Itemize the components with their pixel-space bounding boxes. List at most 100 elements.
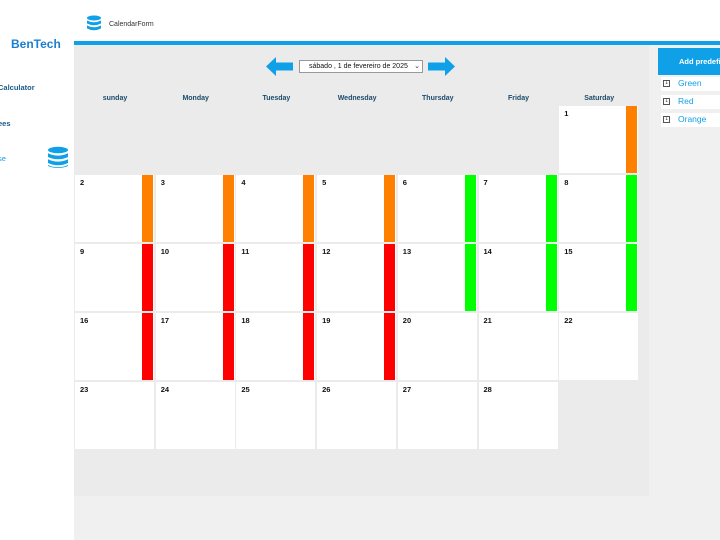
predefined-item-orange[interactable]: ↓ Orange xyxy=(661,113,720,127)
predefined-item-red[interactable]: ↓ Red xyxy=(661,95,720,109)
day-number: 18 xyxy=(241,316,250,325)
calendar-day-cell[interactable]: 13 xyxy=(397,244,477,311)
calendar-day-cell[interactable]: 22 xyxy=(559,313,639,380)
calendar-day-cell[interactable]: 17 xyxy=(155,313,235,380)
day-number: 2 xyxy=(80,178,85,187)
chevron-down-icon[interactable]: ⌄ xyxy=(414,61,420,72)
color-tag-red xyxy=(142,313,153,380)
day-number: 19 xyxy=(322,316,331,325)
color-tag-red xyxy=(384,313,396,380)
weekday-header: sunday xyxy=(102,95,128,102)
expand-icon[interactable]: ↓ xyxy=(663,116,670,123)
day-number: 26 xyxy=(322,385,331,394)
day-number: 17 xyxy=(160,316,170,325)
day-number: 12 xyxy=(322,247,331,256)
brand-title: BenTech xyxy=(11,37,61,51)
calendar-day-cell[interactable]: 4 xyxy=(236,175,316,242)
color-tag-green xyxy=(545,175,557,242)
calendar-day-cell[interactable]: 12 xyxy=(317,244,397,311)
weekday-header: Thursday xyxy=(422,95,454,102)
predefined-item-green[interactable]: ↓ Green xyxy=(661,77,720,91)
color-tag-orange xyxy=(626,106,638,173)
window-header: CalendarForm xyxy=(74,0,720,41)
day-number: 23 xyxy=(80,385,89,394)
day-number: 10 xyxy=(160,247,170,256)
date-picker-value: sábado , 1 de fevereiro de 2025 xyxy=(309,63,408,70)
color-tag-red xyxy=(222,244,234,311)
calendar-day-cell[interactable]: 20 xyxy=(397,313,477,380)
database-icon xyxy=(87,15,101,31)
predefined-item-label: Orange xyxy=(678,114,707,124)
calendar-day-cell[interactable]: 7 xyxy=(478,175,558,242)
calendar-day-cell[interactable]: 21 xyxy=(478,313,558,380)
next-month-arrow-icon[interactable] xyxy=(428,57,455,76)
day-number: 20 xyxy=(402,316,412,325)
day-number: 4 xyxy=(241,178,246,187)
sidebar-item-calculator[interactable]: Calculator xyxy=(0,83,35,92)
previous-month-arrow-icon[interactable] xyxy=(266,57,293,76)
day-number: 28 xyxy=(483,385,492,394)
calendar-day-cell[interactable]: 2 xyxy=(75,175,154,242)
calendar-day-cell[interactable]: 8 xyxy=(559,175,639,242)
database-icon[interactable] xyxy=(46,146,70,170)
date-picker[interactable]: sábado , 1 de fevereiro de 2025 ⌄ xyxy=(299,60,423,73)
weekday-header: Tuesday xyxy=(262,95,291,102)
sidebar-item-fees[interactable]: ees xyxy=(0,119,11,128)
calendar-day-cell[interactable]: 10 xyxy=(155,244,235,311)
expand-icon[interactable]: ↓ xyxy=(663,80,670,87)
calendar-day-cell[interactable]: 3 xyxy=(155,175,235,242)
color-tag-red xyxy=(142,244,153,311)
color-tag-orange xyxy=(303,175,315,242)
color-tag-red xyxy=(222,313,234,380)
color-tag-orange xyxy=(384,175,396,242)
calendar-day-cell[interactable]: 11 xyxy=(236,244,316,311)
color-tag-red xyxy=(303,244,315,311)
day-number: 11 xyxy=(241,247,250,256)
day-number: 15 xyxy=(564,247,573,256)
day-number: 8 xyxy=(564,178,569,187)
weekday-header: Wednesday xyxy=(337,95,377,102)
day-number: 24 xyxy=(160,385,170,394)
predefined-item-label: Green xyxy=(678,78,702,88)
day-number: 14 xyxy=(483,247,492,256)
color-tag-orange xyxy=(142,175,153,242)
calendar-day-cell[interactable]: 9 xyxy=(75,244,154,311)
color-tag-green xyxy=(626,175,638,242)
calendar-day-cell[interactable]: 1 xyxy=(559,106,639,173)
calendar-day-cell[interactable]: 6 xyxy=(397,175,477,242)
weekday-header: Saturday xyxy=(584,95,615,102)
day-number: 1 xyxy=(564,109,569,118)
calendar-day-cell[interactable]: 23 xyxy=(75,382,154,449)
calendar-day-cell[interactable]: 18 xyxy=(236,313,316,380)
form-title: CalendarForm xyxy=(109,21,154,28)
calendar-day-cell[interactable]: 14 xyxy=(478,244,558,311)
day-number: 5 xyxy=(322,178,327,187)
calendar-day-cell[interactable]: 24 xyxy=(155,382,235,449)
predefined-item-label: Red xyxy=(678,96,694,106)
calendar-day-cell[interactable]: 26 xyxy=(317,382,397,449)
color-tag-green xyxy=(464,244,476,311)
color-tag-orange xyxy=(222,175,234,242)
day-number: 25 xyxy=(241,385,250,394)
color-tag-green xyxy=(464,175,476,242)
color-tag-green xyxy=(626,244,638,311)
day-number: 7 xyxy=(483,178,488,187)
add-predefined-button[interactable]: Add predefi xyxy=(658,48,720,75)
color-tag-red xyxy=(384,244,396,311)
day-number: 9 xyxy=(80,247,85,256)
sidebar-item-database[interactable]: se xyxy=(0,154,6,163)
weekday-header: Friday xyxy=(507,95,529,102)
day-number: 13 xyxy=(402,247,412,256)
color-tag-green xyxy=(545,244,557,311)
day-number: 6 xyxy=(402,178,407,187)
calendar-day-cell[interactable]: 19 xyxy=(317,313,397,380)
calendar-day-cell[interactable]: 5 xyxy=(317,175,397,242)
calendar-day-cell[interactable]: 16 xyxy=(75,313,154,380)
calendar-day-cell[interactable]: 28 xyxy=(478,382,558,449)
calendar-day-cell[interactable]: 25 xyxy=(236,382,316,449)
calendar-day-cell[interactable]: 27 xyxy=(397,382,477,449)
sidebar: BenTech Calculator ees se xyxy=(0,0,74,540)
expand-icon[interactable]: ↓ xyxy=(663,98,670,105)
calendar-day-cell[interactable]: 15 xyxy=(559,244,639,311)
day-number: 3 xyxy=(160,178,165,187)
